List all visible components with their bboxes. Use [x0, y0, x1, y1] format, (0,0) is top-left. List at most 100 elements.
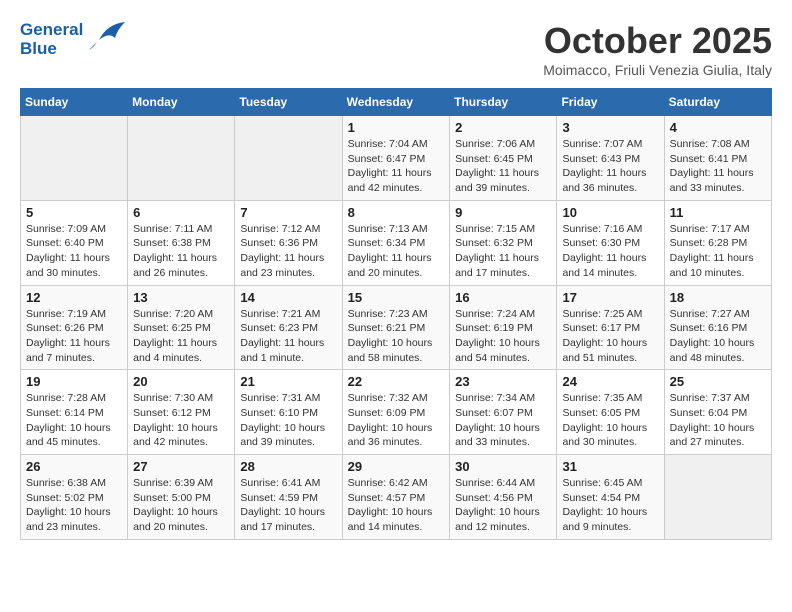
- day-info: Sunrise: 6:44 AM Sunset: 4:56 PM Dayligh…: [455, 476, 551, 535]
- day-number: 16: [455, 290, 551, 305]
- logo: General Blue: [20, 20, 127, 59]
- calendar-cell: 20 Sunrise: 7:30 AM Sunset: 6:12 PM Dayli…: [128, 370, 235, 455]
- day-info: Sunrise: 7:09 AM Sunset: 6:40 PM Dayligh…: [26, 222, 122, 281]
- day-number: 27: [133, 459, 229, 474]
- day-number: 23: [455, 374, 551, 389]
- day-number: 18: [670, 290, 766, 305]
- day-number: 6: [133, 205, 229, 220]
- calendar-cell: 25 Sunrise: 7:37 AM Sunset: 6:04 PM Dayli…: [664, 370, 771, 455]
- day-number: 2: [455, 120, 551, 135]
- calendar-cell: 8 Sunrise: 7:13 AM Sunset: 6:34 PM Daylig…: [342, 200, 450, 285]
- calendar-cell: 28 Sunrise: 6:41 AM Sunset: 4:59 PM Dayli…: [235, 455, 342, 540]
- day-info: Sunrise: 6:39 AM Sunset: 5:00 PM Dayligh…: [133, 476, 229, 535]
- day-info: Sunrise: 7:07 AM Sunset: 6:43 PM Dayligh…: [562, 137, 658, 196]
- day-number: 4: [670, 120, 766, 135]
- day-info: Sunrise: 7:15 AM Sunset: 6:32 PM Dayligh…: [455, 222, 551, 281]
- logo-bird-icon: [89, 20, 127, 59]
- weekday-header-friday: Friday: [557, 89, 664, 116]
- day-info: Sunrise: 7:24 AM Sunset: 6:19 PM Dayligh…: [455, 307, 551, 366]
- weekday-header-saturday: Saturday: [664, 89, 771, 116]
- day-info: Sunrise: 7:34 AM Sunset: 6:07 PM Dayligh…: [455, 391, 551, 450]
- day-info: Sunrise: 7:25 AM Sunset: 6:17 PM Dayligh…: [562, 307, 658, 366]
- calendar-cell: 11Sunrise: 7:17 AM Sunset: 6:28 PM Dayli…: [664, 200, 771, 285]
- calendar-week-row: 19 Sunrise: 7:28 AM Sunset: 6:14 PM Dayli…: [21, 370, 772, 455]
- calendar-table: SundayMondayTuesdayWednesdayThursdayFrid…: [20, 88, 772, 540]
- calendar-cell: 23 Sunrise: 7:34 AM Sunset: 6:07 PM Dayli…: [450, 370, 557, 455]
- day-number: 19: [26, 374, 122, 389]
- calendar-cell: 2 Sunrise: 7:06 AM Sunset: 6:45 PM Daylig…: [450, 116, 557, 201]
- day-info: Sunrise: 7:16 AM Sunset: 6:30 PM Dayligh…: [562, 222, 658, 281]
- calendar-cell: 31 Sunrise: 6:45 AM Sunset: 4:54 PM Dayli…: [557, 455, 664, 540]
- day-info: Sunrise: 7:35 AM Sunset: 6:05 PM Dayligh…: [562, 391, 658, 450]
- calendar-cell: 27 Sunrise: 6:39 AM Sunset: 5:00 PM Dayli…: [128, 455, 235, 540]
- location-text: Moimacco, Friuli Venezia Giulia, Italy: [543, 62, 772, 78]
- day-number: 14: [240, 290, 336, 305]
- day-info: Sunrise: 7:04 AM Sunset: 6:47 PM Dayligh…: [348, 137, 445, 196]
- calendar-cell: 9 Sunrise: 7:15 AM Sunset: 6:32 PM Daylig…: [450, 200, 557, 285]
- day-info: Sunrise: 6:45 AM Sunset: 4:54 PM Dayligh…: [562, 476, 658, 535]
- day-info: Sunrise: 7:23 AM Sunset: 6:21 PM Dayligh…: [348, 307, 445, 366]
- calendar-cell: 5Sunrise: 7:09 AM Sunset: 6:40 PM Daylig…: [21, 200, 128, 285]
- day-info: Sunrise: 6:41 AM Sunset: 4:59 PM Dayligh…: [240, 476, 336, 535]
- calendar-cell: 3 Sunrise: 7:07 AM Sunset: 6:43 PM Daylig…: [557, 116, 664, 201]
- calendar-cell: 29Sunrise: 6:42 AM Sunset: 4:57 PM Dayli…: [342, 455, 450, 540]
- calendar-week-row: 26 Sunrise: 6:38 AM Sunset: 5:02 PM Dayli…: [21, 455, 772, 540]
- day-number: 1: [348, 120, 445, 135]
- day-info: Sunrise: 7:28 AM Sunset: 6:14 PM Dayligh…: [26, 391, 122, 450]
- weekday-header-wednesday: Wednesday: [342, 89, 450, 116]
- calendar-cell: 19 Sunrise: 7:28 AM Sunset: 6:14 PM Dayli…: [21, 370, 128, 455]
- day-info: Sunrise: 7:06 AM Sunset: 6:45 PM Dayligh…: [455, 137, 551, 196]
- day-number: 8: [348, 205, 445, 220]
- weekday-header-thursday: Thursday: [450, 89, 557, 116]
- day-number: 20: [133, 374, 229, 389]
- day-number: 10: [562, 205, 658, 220]
- day-info: Sunrise: 7:11 AM Sunset: 6:38 PM Dayligh…: [133, 222, 229, 281]
- calendar-cell: [664, 455, 771, 540]
- calendar-cell: 7 Sunrise: 7:12 AM Sunset: 6:36 PM Daylig…: [235, 200, 342, 285]
- calendar-cell: [235, 116, 342, 201]
- day-number: 21: [240, 374, 336, 389]
- day-info: Sunrise: 6:38 AM Sunset: 5:02 PM Dayligh…: [26, 476, 122, 535]
- day-number: 26: [26, 459, 122, 474]
- day-info: Sunrise: 7:12 AM Sunset: 6:36 PM Dayligh…: [240, 222, 336, 281]
- calendar-week-row: 5Sunrise: 7:09 AM Sunset: 6:40 PM Daylig…: [21, 200, 772, 285]
- day-number: 24: [562, 374, 658, 389]
- day-info: Sunrise: 7:21 AM Sunset: 6:23 PM Dayligh…: [240, 307, 336, 366]
- month-title: October 2025: [543, 20, 772, 62]
- day-number: 22: [348, 374, 445, 389]
- calendar-cell: 21Sunrise: 7:31 AM Sunset: 6:10 PM Dayli…: [235, 370, 342, 455]
- day-info: Sunrise: 7:20 AM Sunset: 6:25 PM Dayligh…: [133, 307, 229, 366]
- day-info: Sunrise: 7:08 AM Sunset: 6:41 PM Dayligh…: [670, 137, 766, 196]
- day-number: 25: [670, 374, 766, 389]
- day-info: Sunrise: 7:13 AM Sunset: 6:34 PM Dayligh…: [348, 222, 445, 281]
- calendar-cell: 24 Sunrise: 7:35 AM Sunset: 6:05 PM Dayli…: [557, 370, 664, 455]
- calendar-cell: 10 Sunrise: 7:16 AM Sunset: 6:30 PM Dayli…: [557, 200, 664, 285]
- calendar-cell: 30Sunrise: 6:44 AM Sunset: 4:56 PM Dayli…: [450, 455, 557, 540]
- day-info: Sunrise: 7:37 AM Sunset: 6:04 PM Dayligh…: [670, 391, 766, 450]
- day-number: 29: [348, 459, 445, 474]
- day-info: Sunrise: 7:19 AM Sunset: 6:26 PM Dayligh…: [26, 307, 122, 366]
- calendar-cell: 17 Sunrise: 7:25 AM Sunset: 6:17 PM Dayli…: [557, 285, 664, 370]
- day-number: 17: [562, 290, 658, 305]
- calendar-header-row: SundayMondayTuesdayWednesdayThursdayFrid…: [21, 89, 772, 116]
- calendar-body: 1 Sunrise: 7:04 AM Sunset: 6:47 PM Daylig…: [21, 116, 772, 540]
- day-number: 13: [133, 290, 229, 305]
- day-number: 3: [562, 120, 658, 135]
- calendar-cell: 4 Sunrise: 7:08 AM Sunset: 6:41 PM Daylig…: [664, 116, 771, 201]
- calendar-cell: 22Sunrise: 7:32 AM Sunset: 6:09 PM Dayli…: [342, 370, 450, 455]
- calendar-cell: 6 Sunrise: 7:11 AM Sunset: 6:38 PM Daylig…: [128, 200, 235, 285]
- day-number: 9: [455, 205, 551, 220]
- calendar-cell: 18Sunrise: 7:27 AM Sunset: 6:16 PM Dayli…: [664, 285, 771, 370]
- logo-blue: Blue: [20, 40, 83, 59]
- day-number: 12: [26, 290, 122, 305]
- logo-general: General: [20, 20, 83, 39]
- day-number: 15: [348, 290, 445, 305]
- calendar-cell: 13 Sunrise: 7:20 AM Sunset: 6:25 PM Dayli…: [128, 285, 235, 370]
- calendar-cell: 14 Sunrise: 7:21 AM Sunset: 6:23 PM Dayli…: [235, 285, 342, 370]
- day-number: 7: [240, 205, 336, 220]
- day-info: Sunrise: 7:17 AM Sunset: 6:28 PM Dayligh…: [670, 222, 766, 281]
- day-info: Sunrise: 7:30 AM Sunset: 6:12 PM Dayligh…: [133, 391, 229, 450]
- weekday-header-monday: Monday: [128, 89, 235, 116]
- day-number: 31: [562, 459, 658, 474]
- day-number: 28: [240, 459, 336, 474]
